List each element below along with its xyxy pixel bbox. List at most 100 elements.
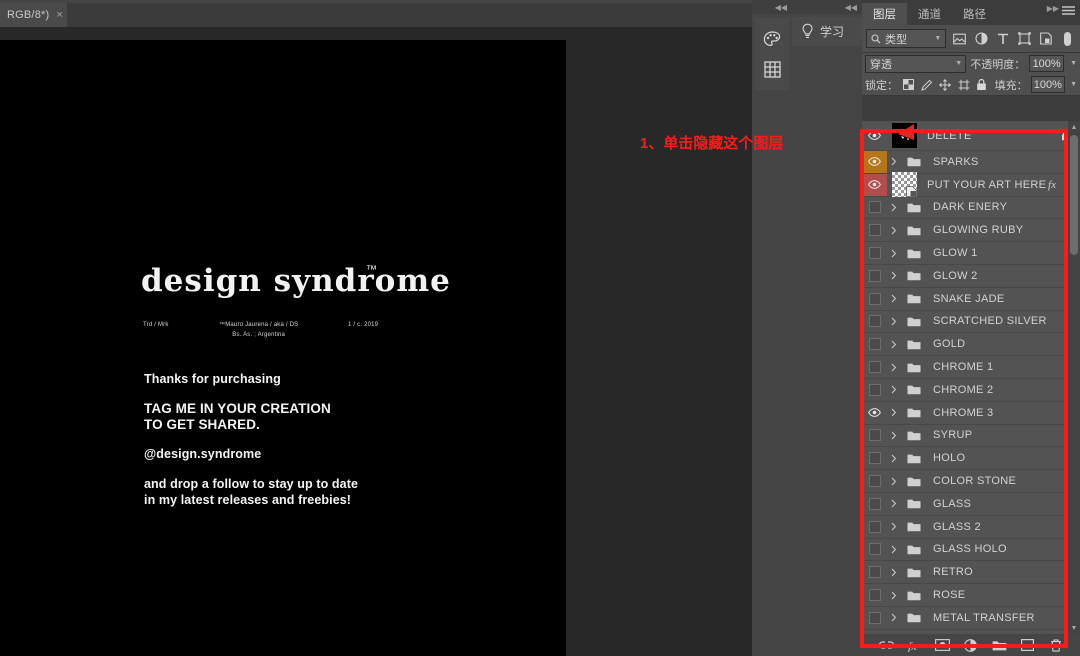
layer-visibility-checkbox[interactable] — [862, 470, 887, 492]
layer-thumbnail[interactable] — [901, 248, 927, 259]
layer-visibility-checkbox[interactable] — [862, 311, 887, 333]
collapse-panel-icon[interactable]: ◀◀ — [775, 4, 787, 12]
layer-row[interactable]: GOLD — [862, 333, 1080, 357]
layer-thumbnail[interactable] — [901, 270, 927, 281]
layer-visibility-checkbox[interactable] — [862, 447, 887, 469]
layer-visibility-checkbox[interactable] — [862, 265, 887, 287]
lock-position-icon[interactable] — [938, 76, 953, 94]
shape-layer-filter-icon[interactable] — [1016, 29, 1033, 48]
lock-artboard-icon[interactable] — [956, 76, 971, 94]
layer-visibility-eye-icon[interactable] — [862, 402, 887, 424]
filter-toggle-icon[interactable] — [1059, 29, 1076, 48]
layer-visibility-checkbox[interactable] — [862, 493, 887, 515]
learn-tab[interactable]: 学习 — [792, 17, 862, 46]
chevron-right-icon[interactable] — [887, 613, 901, 622]
chevron-right-icon[interactable] — [887, 454, 901, 463]
tab-layers[interactable]: 图层 — [862, 3, 907, 25]
chevron-right-icon[interactable] — [887, 363, 901, 372]
layer-visibility-checkbox[interactable] — [862, 333, 887, 355]
layers-scrollbar[interactable]: ▲ ▼ — [1068, 121, 1080, 634]
blend-mode-select[interactable]: 穿透 ▼ — [865, 54, 967, 73]
layer-visibility-checkbox[interactable] — [862, 584, 887, 606]
add-layer-mask-icon[interactable] — [934, 636, 952, 654]
layer-row[interactable]: CHROME 2 — [862, 378, 1080, 402]
new-layer-icon[interactable] — [1019, 636, 1037, 654]
layer-visibility-checkbox[interactable] — [862, 425, 887, 447]
chevron-right-icon[interactable] — [887, 431, 901, 440]
tab-paths[interactable]: 路径 — [952, 3, 997, 25]
layer-thumbnail[interactable] — [901, 339, 927, 350]
new-group-icon[interactable] — [990, 636, 1008, 654]
layer-row[interactable]: RETRO — [862, 561, 1080, 585]
chevron-down-icon[interactable]: ▼ — [934, 35, 941, 42]
opacity-chevron-down-icon[interactable]: ▼ — [1070, 60, 1077, 67]
layer-thumbnail[interactable] — [901, 476, 927, 487]
lock-image-icon[interactable] — [919, 76, 934, 94]
chevron-right-icon[interactable] — [887, 271, 901, 280]
panel-menu-icon[interactable] — [1062, 6, 1075, 17]
chevron-right-icon[interactable] — [887, 294, 901, 303]
layer-visibility-eye-icon[interactable] — [862, 121, 887, 150]
color-palette-icon[interactable] — [755, 24, 789, 54]
layer-visibility-checkbox[interactable] — [862, 197, 887, 219]
layer-thumbnail[interactable] — [901, 362, 927, 373]
adjustment-layer-filter-icon[interactable] — [973, 29, 990, 48]
layer-row[interactable]: GLASS 2 — [862, 515, 1080, 539]
chevron-right-icon[interactable] — [887, 249, 901, 258]
layer-row[interactable]: PUT YOUR ART HERE fx ▾ — [862, 172, 1080, 198]
layer-thumbnail[interactable] — [901, 316, 927, 327]
chevron-right-icon[interactable] — [887, 499, 901, 508]
layer-row[interactable]: DELETE — [862, 121, 1080, 151]
grid-icon[interactable] — [755, 54, 789, 84]
new-adjustment-layer-icon[interactable] — [962, 636, 980, 654]
chevron-right-icon[interactable] — [887, 385, 901, 394]
layer-visibility-checkbox[interactable] — [862, 242, 887, 264]
collapse-layers-panel-icon[interactable]: ▶▶ — [1047, 4, 1059, 13]
chevron-down-icon[interactable]: ▼ — [955, 60, 962, 67]
layer-row[interactable]: HOLO — [862, 447, 1080, 471]
layer-visibility-checkbox[interactable] — [862, 219, 887, 241]
layer-thumbnail[interactable] — [901, 430, 927, 441]
layer-row[interactable]: SNAKE JADE — [862, 287, 1080, 311]
layer-thumbnail[interactable] — [901, 407, 927, 418]
chevron-right-icon[interactable] — [887, 477, 901, 486]
lock-all-icon[interactable] — [974, 76, 989, 94]
layer-visibility-checkbox[interactable] — [862, 288, 887, 310]
chevron-right-icon[interactable] — [887, 340, 901, 349]
layer-row[interactable]: CHROME 3 — [862, 401, 1080, 425]
chevron-right-icon[interactable] — [887, 545, 901, 554]
layer-visibility-eye-icon[interactable] — [862, 151, 887, 173]
chevron-right-icon[interactable] — [887, 157, 901, 166]
chevron-right-icon[interactable] — [887, 226, 901, 235]
delete-layer-icon[interactable] — [1047, 636, 1065, 654]
collapse-learn-panel-icon[interactable]: ◀◀ — [845, 4, 857, 12]
layer-thumbnail[interactable] — [901, 156, 927, 167]
layer-thumbnail[interactable] — [901, 225, 927, 236]
layer-style-fx-icon[interactable]: fx — [905, 636, 923, 654]
layer-thumbnail[interactable] — [901, 612, 927, 623]
layer-visibility-checkbox[interactable] — [862, 561, 887, 583]
type-layer-filter-icon[interactable] — [995, 29, 1012, 48]
layer-visibility-checkbox[interactable] — [862, 356, 887, 378]
link-layers-icon[interactable] — [877, 636, 895, 654]
layer-row[interactable]: SYRUP — [862, 424, 1080, 448]
chevron-right-icon[interactable] — [887, 522, 901, 531]
document-tab[interactable]: RGB/8*) × — [0, 3, 67, 27]
layer-list[interactable]: DELETE SPARKS PUT YOUR ART HERE fx ▾ DARK ENE… — [862, 121, 1080, 634]
layer-thumbnail[interactable] — [901, 384, 927, 395]
layer-row[interactable]: ROSE — [862, 584, 1080, 607]
layer-visibility-checkbox[interactable] — [862, 379, 887, 401]
tab-channels[interactable]: 通道 — [907, 3, 952, 25]
layer-thumbnail[interactable] — [901, 293, 927, 304]
layer-thumbnail[interactable] — [901, 567, 927, 578]
layer-thumbnail[interactable] — [887, 172, 921, 198]
layer-row[interactable]: SCRATCHED SILVER — [862, 310, 1080, 334]
chevron-right-icon[interactable] — [887, 203, 901, 212]
layer-thumbnail[interactable] — [901, 590, 927, 601]
opacity-input[interactable]: 100% — [1029, 55, 1065, 72]
layer-visibility-checkbox[interactable] — [862, 516, 887, 538]
layer-thumbnail[interactable] — [901, 544, 927, 555]
chevron-right-icon[interactable] — [887, 591, 901, 600]
layer-visibility-checkbox[interactable] — [862, 539, 887, 561]
artboard-canvas[interactable]: design syndrome ™ Trd / Mrk ™Mauro Jaure… — [0, 40, 566, 656]
